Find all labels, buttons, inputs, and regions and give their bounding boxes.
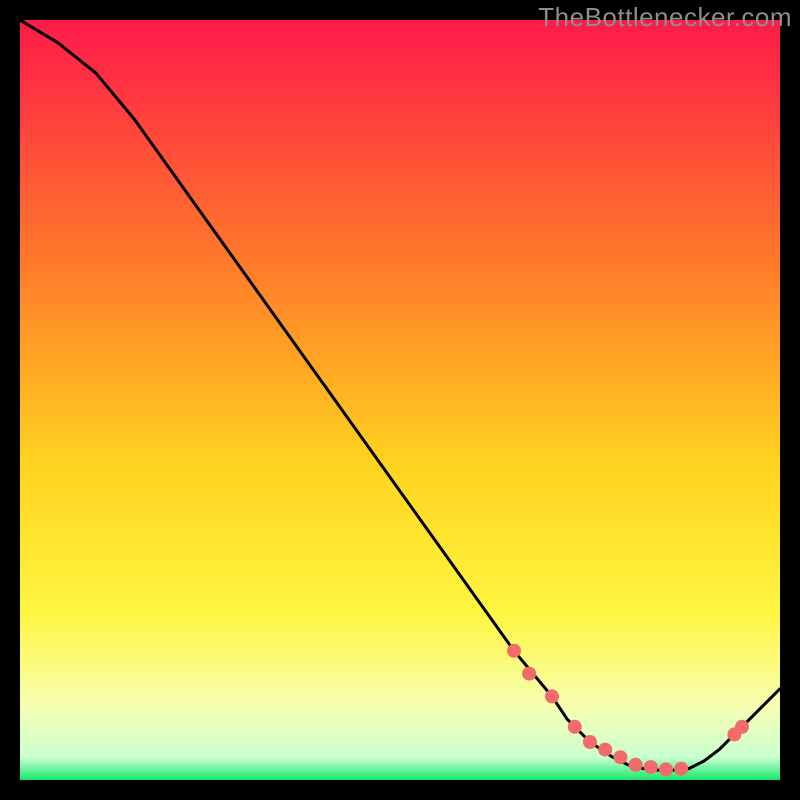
chart-svg [20, 20, 780, 780]
plot-area [20, 20, 780, 780]
marker-point [674, 762, 688, 776]
marker-point [522, 667, 536, 681]
marker-point [659, 762, 673, 776]
marker-point [507, 644, 521, 658]
watermark-text: TheBottlenecker.com [538, 2, 792, 33]
marker-point [735, 720, 749, 734]
chart-frame: TheBottlenecker.com [0, 0, 800, 800]
marker-point [613, 750, 627, 764]
marker-point [629, 758, 643, 772]
marker-point [644, 760, 658, 774]
marker-point [598, 743, 612, 757]
gradient-bg [20, 20, 780, 780]
marker-point [545, 689, 559, 703]
marker-point [583, 735, 597, 749]
marker-point [568, 720, 582, 734]
